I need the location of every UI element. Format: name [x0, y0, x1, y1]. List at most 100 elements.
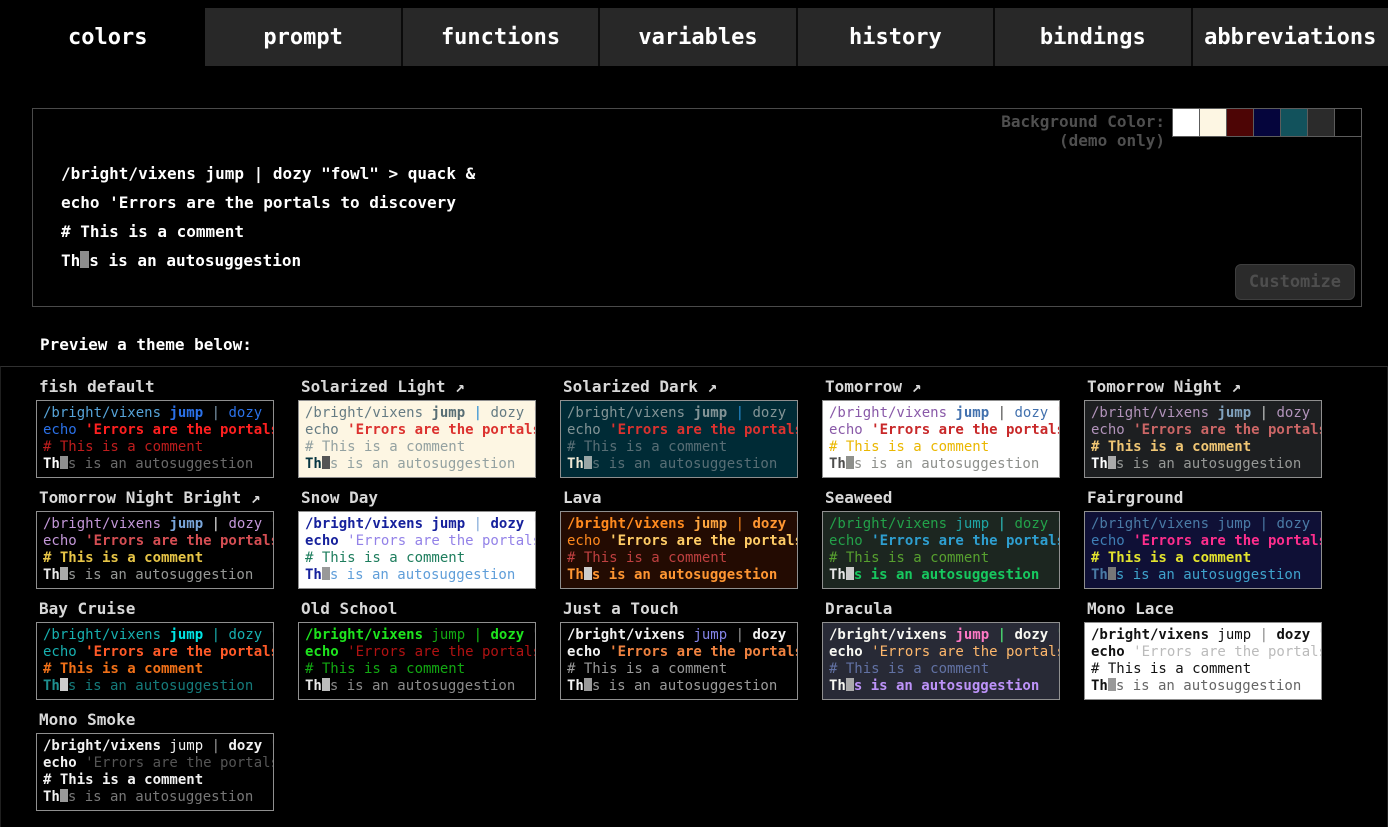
theme-solarized-dark: Solarized Dark ↗/bright/vixens jump | do… — [560, 377, 798, 478]
theme-card-mono-smoke[interactable]: /bright/vixens jump | dozy "echo 'Errors… — [36, 733, 274, 811]
sample-error-line: echo 'Errors are the portals to discover… — [829, 422, 1059, 439]
tab-bindings[interactable]: bindings — [995, 8, 1192, 66]
sample-comment-line: # This is a comment — [1091, 550, 1321, 567]
sample-cursor-block — [322, 678, 330, 691]
sample-command-line: /bright/vixens jump | dozy " — [1091, 405, 1321, 422]
theme-title-tomorrow[interactable]: Tomorrow ↗ — [825, 377, 1060, 398]
theme-title-fairground: Fairground — [1087, 488, 1322, 509]
sample-autosuggestion-line: Ths is an autosuggestion — [829, 567, 1059, 584]
theme-card-fish-default[interactable]: /bright/vixens jump | dozy "echo 'Errors… — [36, 400, 274, 478]
tab-functions[interactable]: functions — [403, 8, 600, 66]
theme-title-just-a-touch: Just a Touch — [563, 599, 798, 620]
theme-card-bay-cruise[interactable]: /bright/vixens jump | dozy "echo 'Errors… — [36, 622, 274, 700]
theme-snow-day: Snow Day/bright/vixens jump | dozy "echo… — [298, 488, 536, 589]
sample-command-line: /bright/vixens jump | dozy " — [1091, 627, 1321, 644]
sample-autosuggestion-line: Ths is an autosuggestion — [1091, 678, 1321, 695]
sample-autosuggestion-line: Ths is an autosuggestion — [305, 456, 535, 473]
sample-error-line: echo 'Errors are the portals to discover… — [829, 533, 1059, 550]
sample-comment-line: # This is a comment — [1091, 661, 1321, 678]
sample-autosuggestion-line: Ths is an autosuggestion — [567, 456, 797, 473]
sample-comment-line: # This is a comment — [567, 439, 797, 456]
section-heading: Preview a theme below: — [40, 335, 1388, 354]
sample-error-line: echo 'Errors are the portals to discover… — [829, 644, 1059, 661]
sample-comment-line: # This is a comment — [829, 550, 1059, 567]
sample-cursor-block — [584, 456, 592, 469]
sample-command-line: /bright/vixens jump | dozy " — [1091, 516, 1321, 533]
theme-card-just-a-touch[interactable]: /bright/vixens jump | dozy "echo 'Errors… — [560, 622, 798, 700]
theme-lava: Lava/bright/vixens jump | dozy "echo 'Er… — [560, 488, 798, 589]
theme-seaweed: Seaweed/bright/vixens jump | dozy "echo … — [822, 488, 1060, 589]
sample-comment-line: # This is a comment — [305, 661, 535, 678]
customize-button[interactable]: Customize — [1235, 264, 1355, 300]
theme-card-dracula[interactable]: /bright/vixens jump | dozy "echo 'Errors… — [822, 622, 1060, 700]
theme-card-fairground[interactable]: /bright/vixens jump | dozy "echo 'Errors… — [1084, 511, 1322, 589]
theme-title-snow-day: Snow Day — [301, 488, 536, 509]
sample-cursor-block — [322, 567, 330, 580]
theme-old-school: Old School/bright/vixens jump | dozy "ec… — [298, 599, 536, 700]
sample-cursor-block — [60, 567, 68, 580]
theme-card-solarized-light[interactable]: /bright/vixens jump | dozy "echo 'Errors… — [298, 400, 536, 478]
tab-history[interactable]: history — [798, 8, 995, 66]
tab-colors[interactable]: colors — [10, 8, 205, 66]
theme-card-snow-day[interactable]: /bright/vixens jump | dozy "echo 'Errors… — [298, 511, 536, 589]
sample-command-line: /bright/vixens jump | dozy " — [567, 405, 797, 422]
theme-bay-cruise: Bay Cruise/bright/vixens jump | dozy "ec… — [36, 599, 274, 700]
sample-autosuggestion-line: Ths is an autosuggestion — [305, 678, 535, 695]
theme-title-tomorrow-night-bright[interactable]: Tomorrow Night Bright ↗ — [39, 488, 274, 509]
sample-comment-line: # This is a comment — [43, 661, 273, 678]
bg-swatch-cream[interactable] — [1199, 108, 1227, 137]
sample-autosuggestion-line: Ths is an autosuggestion — [43, 678, 273, 695]
sample-comment-line: # This is a comment — [43, 772, 273, 789]
theme-card-mono-lace[interactable]: /bright/vixens jump | dozy "echo 'Errors… — [1084, 622, 1322, 700]
tab-variables[interactable]: variables — [600, 8, 797, 66]
theme-title-tomorrow-night[interactable]: Tomorrow Night ↗ — [1087, 377, 1322, 398]
demo-error-line: echo 'Errors are the portals to discover… — [61, 188, 1361, 217]
demo-command-line: /bright/vixens jump | dozy "fowl" > quac… — [61, 159, 1361, 188]
bg-swatch-black[interactable] — [1334, 108, 1362, 137]
sample-error-line: echo 'Errors are the portals to discover… — [305, 422, 535, 439]
theme-card-tomorrow-night-bright[interactable]: /bright/vixens jump | dozy "echo 'Errors… — [36, 511, 274, 589]
theme-title-solarized-light[interactable]: Solarized Light ↗ — [301, 377, 536, 398]
background-swatch-strip — [1173, 108, 1362, 137]
tab-abbreviations[interactable]: abbreviations — [1193, 8, 1388, 66]
sample-cursor-block — [1108, 567, 1116, 580]
bg-swatch-navy[interactable] — [1253, 108, 1281, 137]
sample-error-line: echo 'Errors are the portals to discover… — [43, 422, 273, 439]
sample-autosuggestion-line: Ths is an autosuggestion — [43, 456, 273, 473]
sample-error-line: echo 'Errors are the portals to discover… — [567, 533, 797, 550]
bg-swatch-teal[interactable] — [1280, 108, 1308, 137]
sample-command-line: /bright/vixens jump | dozy " — [43, 738, 273, 755]
demo-comment-line: # This is a comment — [61, 217, 1361, 246]
sample-command-line: /bright/vixens jump | dozy " — [305, 627, 535, 644]
sample-command-line: /bright/vixens jump | dozy " — [43, 405, 273, 422]
theme-grid: fish default/bright/vixens jump | dozy "… — [36, 377, 1387, 811]
tab-prompt[interactable]: prompt — [205, 8, 402, 66]
theme-tomorrow: Tomorrow ↗/bright/vixens jump | dozy "ec… — [822, 377, 1060, 478]
sample-autosuggestion-line: Ths is an autosuggestion — [1091, 567, 1321, 584]
theme-card-tomorrow[interactable]: /bright/vixens jump | dozy "echo 'Errors… — [822, 400, 1060, 478]
bg-swatch-charcoal[interactable] — [1307, 108, 1335, 137]
fish-config-window: colorspromptfunctionsvariableshistorybin… — [0, 0, 1388, 827]
theme-tomorrow-night: Tomorrow Night ↗/bright/vixens jump | do… — [1084, 377, 1322, 478]
sample-command-line: /bright/vixens jump | dozy " — [305, 405, 535, 422]
theme-title-solarized-dark[interactable]: Solarized Dark ↗ — [563, 377, 798, 398]
theme-card-seaweed[interactable]: /bright/vixens jump | dozy "echo 'Errors… — [822, 511, 1060, 589]
theme-card-tomorrow-night[interactable]: /bright/vixens jump | dozy "echo 'Errors… — [1084, 400, 1322, 478]
theme-card-old-school[interactable]: /bright/vixens jump | dozy "echo 'Errors… — [298, 622, 536, 700]
bg-swatch-white[interactable] — [1172, 108, 1200, 137]
theme-card-lava[interactable]: /bright/vixens jump | dozy "echo 'Errors… — [560, 511, 798, 589]
sample-comment-line: # This is a comment — [567, 550, 797, 567]
theme-solarized-light: Solarized Light ↗/bright/vixens jump | d… — [298, 377, 536, 478]
sample-command-line: /bright/vixens jump | dozy " — [305, 516, 535, 533]
sample-autosuggestion-line: Ths is an autosuggestion — [567, 678, 797, 695]
sample-command-line: /bright/vixens jump | dozy " — [43, 627, 273, 644]
sample-comment-line: # This is a comment — [829, 439, 1059, 456]
theme-title-seaweed: Seaweed — [825, 488, 1060, 509]
theme-title-old-school: Old School — [301, 599, 536, 620]
sample-cursor-block — [584, 567, 592, 580]
bg-swatch-maroon[interactable] — [1226, 108, 1254, 137]
sample-error-line: echo 'Errors are the portals to discover… — [1091, 644, 1321, 661]
theme-title-dracula: Dracula — [825, 599, 1060, 620]
theme-card-solarized-dark[interactable]: /bright/vixens jump | dozy "echo 'Errors… — [560, 400, 798, 478]
theme-tomorrow-night-bright: Tomorrow Night Bright ↗/bright/vixens ju… — [36, 488, 274, 589]
